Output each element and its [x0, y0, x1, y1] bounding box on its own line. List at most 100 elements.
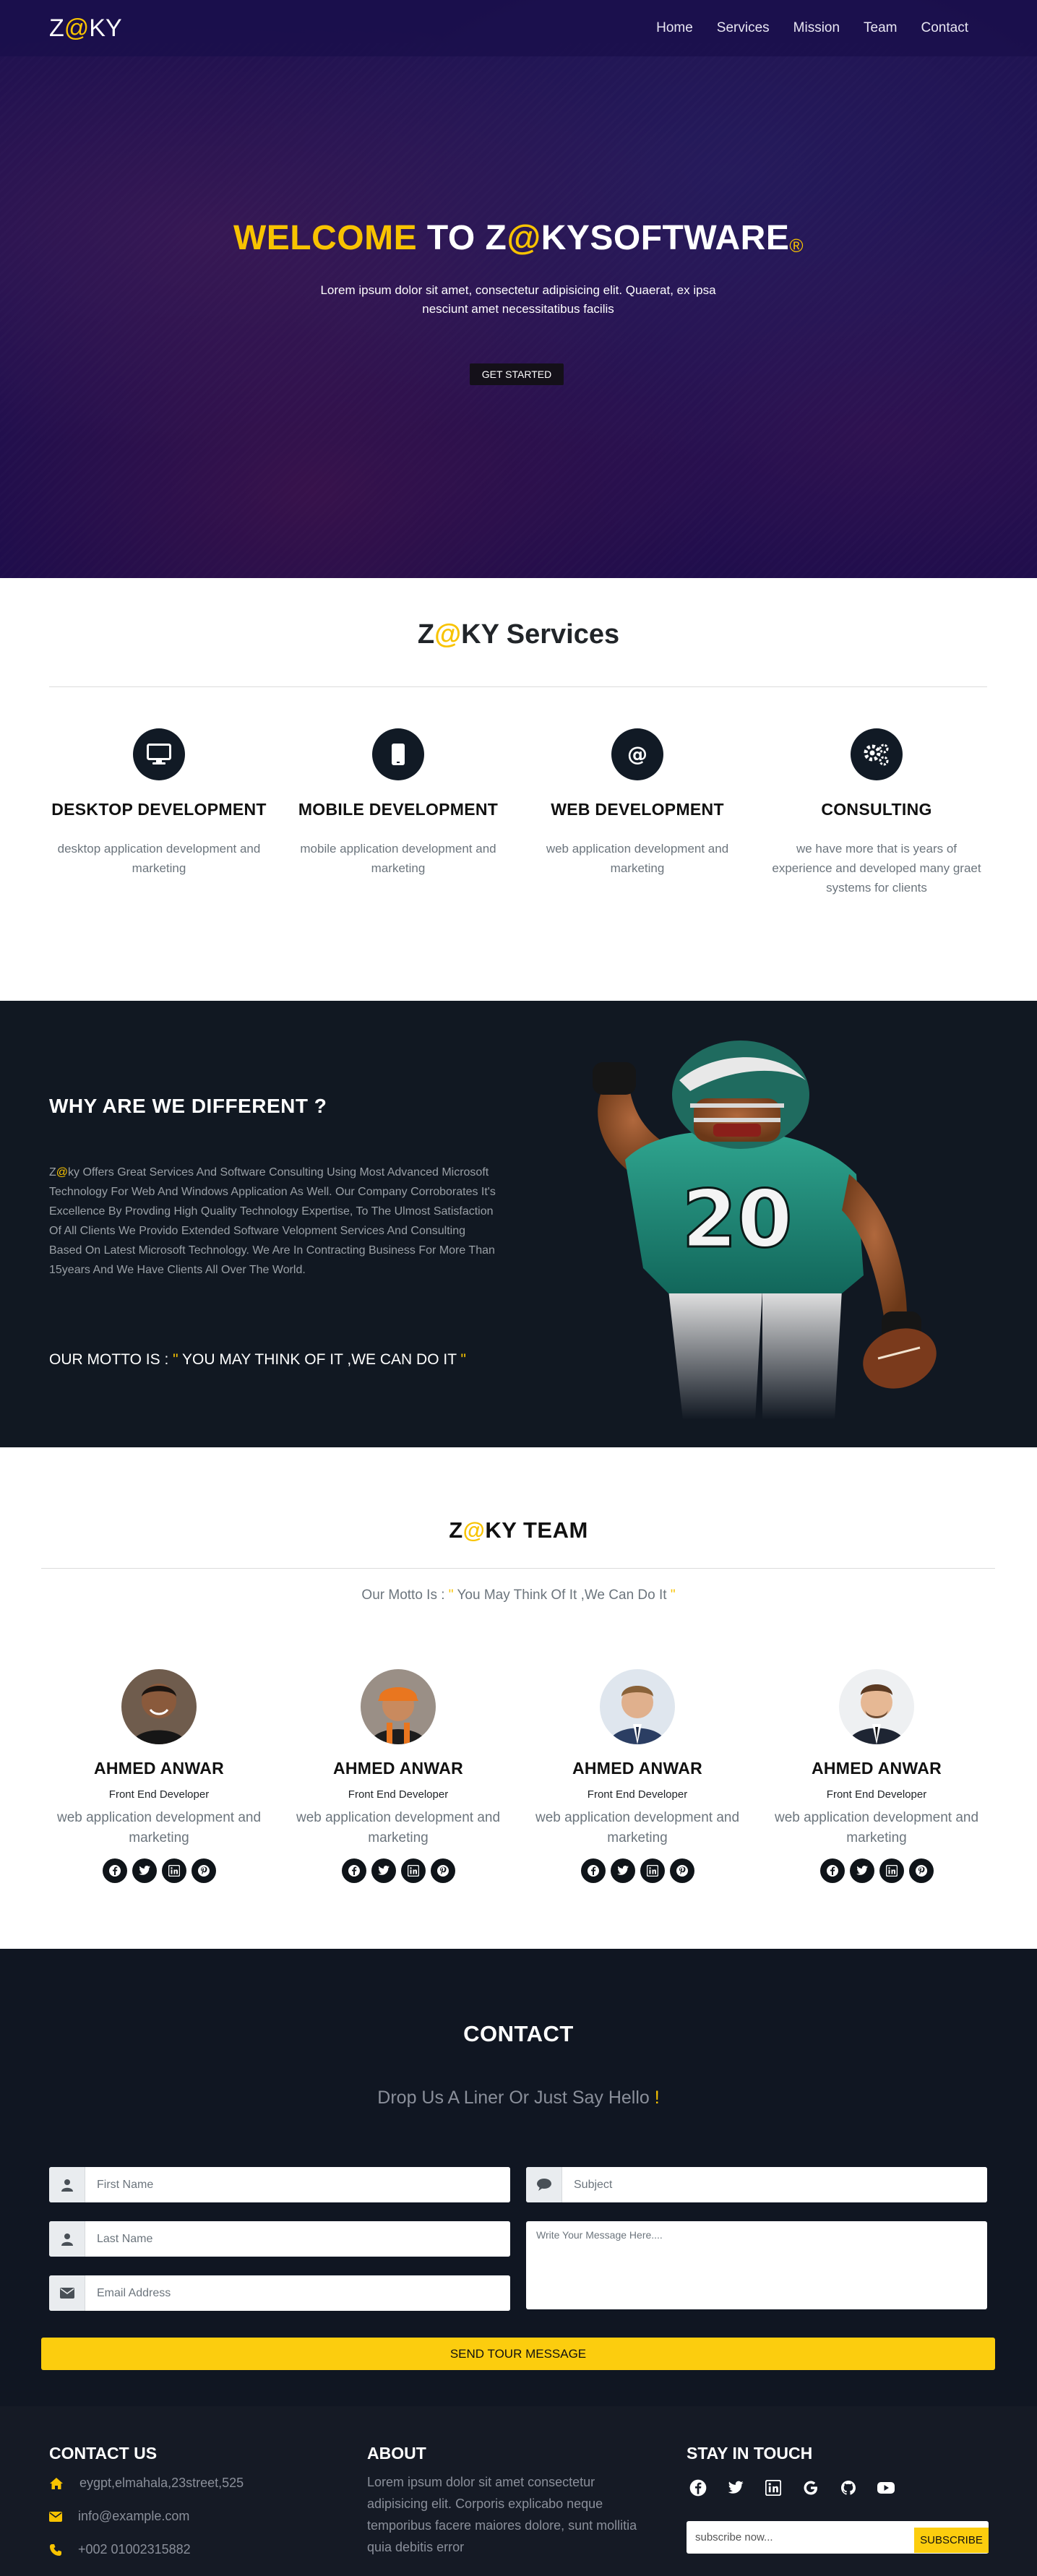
pinterest-icon[interactable]	[908, 1858, 934, 1883]
last-name-input[interactable]	[85, 2221, 510, 2257]
facebook-icon[interactable]	[819, 1858, 845, 1883]
different-text-at: @	[56, 1166, 69, 1179]
avatar	[600, 1669, 675, 1744]
team-member-card: AHMED ANWAR Front End Developer web appl…	[283, 1669, 514, 1883]
motto-label: OUR MOTTO IS :	[49, 1351, 173, 1368]
contact-subtitle-text: Drop Us A Liner Or Just Say Hello	[377, 2088, 655, 2108]
member-socials	[43, 1858, 275, 1883]
linkedin-icon[interactable]	[161, 1858, 186, 1883]
service-text: web application development and marketin…	[546, 842, 729, 875]
nav-link-services[interactable]: Services	[717, 20, 770, 36]
member-name: AHMED ANWAR	[93, 1759, 225, 1778]
hero-section: Z@KY Home Services Mission Team Contact …	[0, 0, 1037, 578]
member-description: web application development and marketin…	[774, 1810, 979, 1845]
facebook-icon[interactable]	[687, 2476, 710, 2499]
service-card-mobile: MOBILE DEVELOPMENT mobile application de…	[290, 728, 507, 878]
footer: CONTACT US eygpt,elmahala,23street,525 i…	[0, 2406, 1037, 2576]
desktop-icon	[133, 728, 185, 780]
navbar: Z@KY Home Services Mission Team Contact	[0, 0, 1037, 56]
team-title-at: @	[462, 1517, 486, 1543]
linkedin-icon[interactable]	[400, 1858, 426, 1883]
team-motto: Our Motto Is : " You May Think Of It ,We…	[0, 1588, 1037, 1603]
contact-subtitle: Drop Us A Liner Or Just Say Hello !	[0, 2088, 1037, 2108]
first-name-input[interactable]	[85, 2167, 510, 2202]
nav-link-contact[interactable]: Contact	[921, 20, 968, 36]
google-icon[interactable]	[799, 2476, 822, 2499]
pinterest-icon[interactable]	[191, 1858, 216, 1883]
different-text-prefix: Z	[49, 1166, 56, 1179]
mobile-icon	[372, 728, 424, 780]
hero-title-rest: TO Z	[417, 219, 507, 257]
service-card-desktop: DESKTOP DEVELOPMENT desktop application …	[51, 728, 267, 878]
user-icon	[49, 2167, 85, 2202]
team-motto-quote-open: "	[448, 1588, 454, 1603]
different-text: Z@ky Offers Great Services And Software …	[49, 1163, 496, 1280]
message-textarea[interactable]	[526, 2221, 987, 2309]
facebook-icon[interactable]	[341, 1858, 366, 1883]
subscribe-field: SUBSCRIBE	[687, 2521, 989, 2554]
team-member-card: AHMED ANWAR Front End Developer web appl…	[522, 1669, 753, 1883]
registered-mark: ®	[789, 235, 804, 257]
nav-link-home[interactable]: Home	[656, 20, 693, 36]
motto-quote-open: "	[173, 1351, 178, 1368]
pinterest-icon[interactable]	[669, 1858, 694, 1883]
last-name-field	[49, 2221, 510, 2257]
different-motto: OUR MOTTO IS : " YOU MAY THINK OF IT ,WE…	[49, 1351, 466, 1369]
team-member-card: AHMED ANWAR Front End Developer web appl…	[43, 1669, 275, 1883]
email-field	[49, 2275, 510, 2311]
twitter-icon[interactable]	[371, 1858, 396, 1883]
services-title: Z@KY Services	[0, 619, 1037, 650]
linkedin-icon[interactable]	[879, 1858, 904, 1883]
service-title: DESKTOP DEVELOPMENT	[51, 800, 267, 819]
pinterest-icon[interactable]	[430, 1858, 455, 1883]
football-player-image: 20	[593, 1041, 937, 1420]
service-text: desktop application development and mark…	[57, 842, 261, 875]
brand-logo[interactable]: Z@KY	[49, 14, 122, 43]
member-description: web application development and marketin…	[535, 1810, 740, 1845]
motto-quote-close: "	[460, 1351, 466, 1368]
team-member-card: AHMED ANWAR Front End Developer web appl…	[761, 1669, 992, 1883]
footer-email: info@example.com	[49, 2509, 189, 2524]
member-socials	[522, 1858, 753, 1883]
comment-icon	[526, 2167, 562, 2202]
team-motto-text: You May Think Of It ,We Can Do It	[453, 1588, 671, 1603]
member-role: Front End Developer	[826, 1788, 927, 1801]
subscribe-button[interactable]: SUBSCRIBE	[914, 2528, 989, 2553]
member-socials	[761, 1858, 992, 1883]
contact-section: CONTACT Drop Us A Liner Or Just Say Hell…	[0, 1949, 1037, 2406]
avatar	[361, 1669, 436, 1744]
twitter-icon[interactable]	[610, 1858, 635, 1883]
linkedin-icon[interactable]	[762, 2476, 785, 2499]
member-description: web application development and marketin…	[56, 1810, 262, 1845]
cogs-icon	[851, 728, 903, 780]
twitter-icon[interactable]	[849, 1858, 874, 1883]
nav-link-mission[interactable]: Mission	[793, 20, 840, 36]
facebook-icon[interactable]	[102, 1858, 127, 1883]
github-icon[interactable]	[837, 2476, 860, 2499]
footer-phone: +002 01002315882	[49, 2542, 191, 2557]
twitter-icon[interactable]	[724, 2476, 747, 2499]
member-socials	[283, 1858, 514, 1883]
service-text: we have more that is years of experience…	[772, 842, 981, 895]
home-icon	[50, 2477, 63, 2489]
footer-email-text[interactable]: info@example.com	[78, 2509, 189, 2524]
linkedin-icon[interactable]	[640, 1858, 665, 1883]
team-title-prefix: Z	[449, 1517, 463, 1543]
twitter-icon[interactable]	[132, 1858, 157, 1883]
nav-links: Home Services Mission Team Contact	[632, 20, 968, 36]
email-input[interactable]	[85, 2275, 510, 2311]
get-started-button[interactable]: GET STARTED	[470, 363, 564, 385]
send-message-button[interactable]: SEND TOUR MESSAGE	[41, 2338, 995, 2370]
nav-link-team[interactable]: Team	[864, 20, 897, 36]
different-section: WHY ARE WE DIFFERENT ? Z@ky Offers Great…	[0, 1001, 1037, 1447]
brand-at: @	[64, 14, 90, 42]
service-title: CONSULTING	[821, 800, 932, 819]
facebook-icon[interactable]	[580, 1858, 606, 1883]
team-title: Z@KY TEAM	[0, 1517, 1037, 1543]
user-icon	[49, 2221, 85, 2257]
subject-input[interactable]	[562, 2167, 987, 2202]
youtube-icon[interactable]	[874, 2476, 898, 2499]
member-name: AHMED ANWAR	[332, 1759, 464, 1778]
member-role: Front End Developer	[348, 1788, 449, 1801]
envelope-icon	[49, 2511, 62, 2522]
